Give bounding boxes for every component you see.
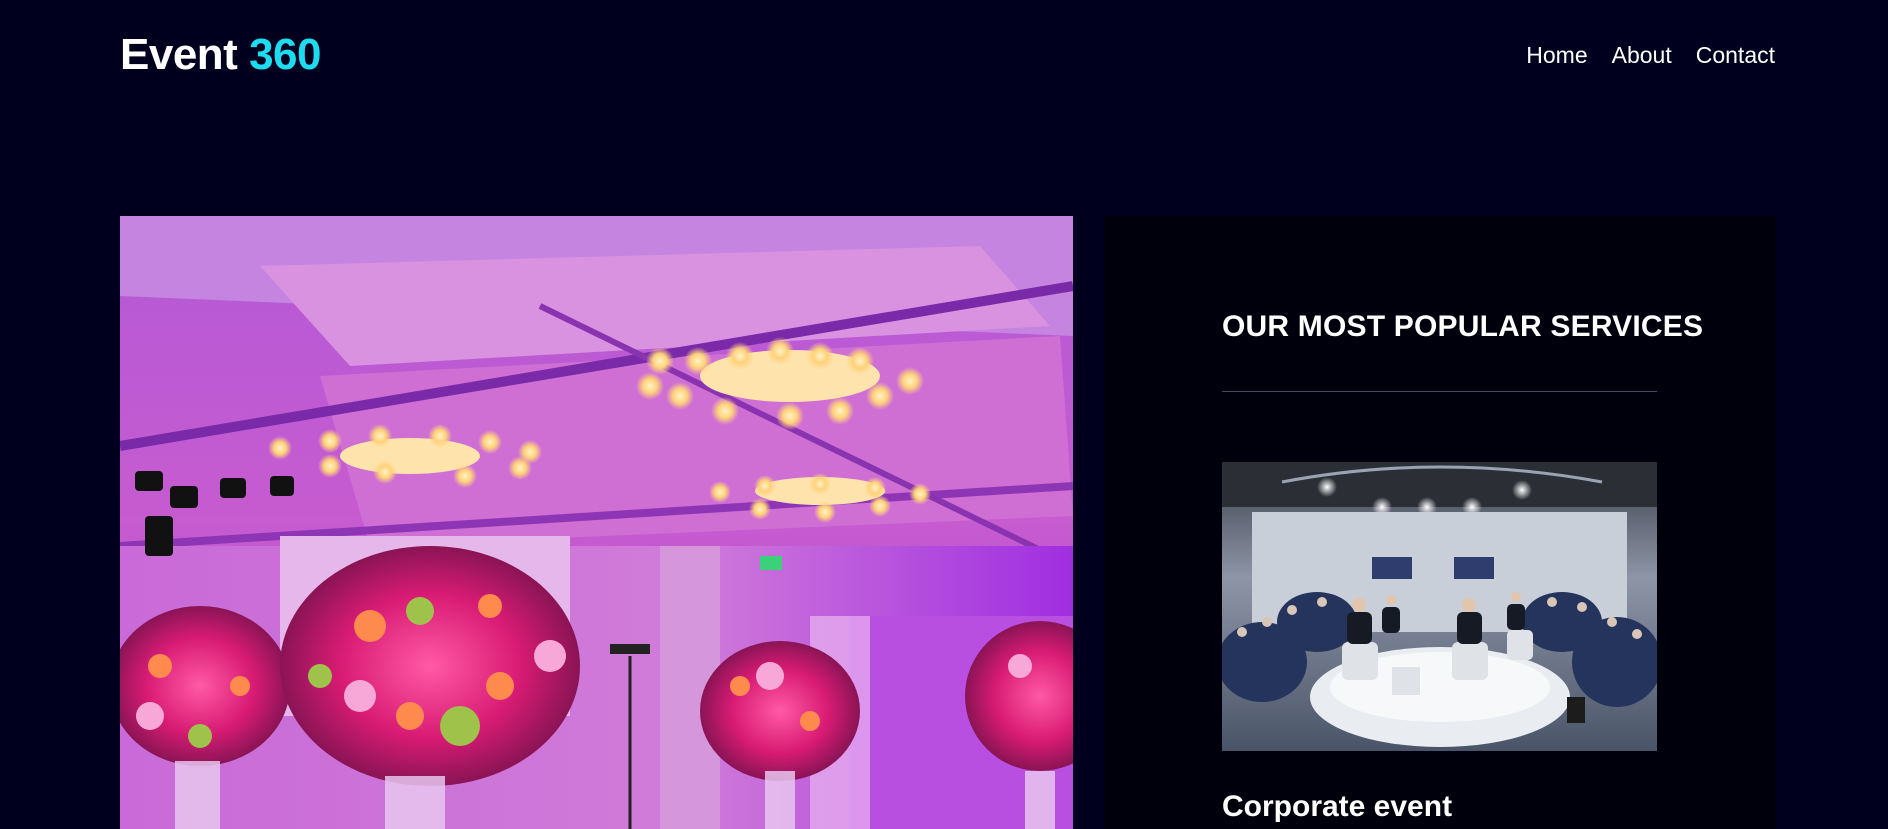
nav-contact-link[interactable]: Contact [1696,42,1775,69]
nav-home-link[interactable]: Home [1526,42,1587,69]
services-panel: OUR MOST POPULAR SERVICES Corporate even… [1104,216,1776,829]
hero-ballroom-image [120,216,1073,829]
service-title[interactable]: Corporate event [1222,790,1452,824]
logo-accent-text: 360 [249,30,321,79]
site-logo[interactable]: Event 360 [120,30,321,80]
main-nav: Home About Contact [1526,42,1775,69]
page: Event 360 Home About Contact OUR MOST PO… [0,0,1888,829]
divider [1222,391,1657,392]
services-heading: OUR MOST POPULAR SERVICES [1222,310,1704,343]
nav-about-link[interactable]: About [1612,42,1672,69]
site-header: Event 360 Home About Contact [120,24,1775,86]
logo-text: Event [120,30,238,79]
corporate-event-image[interactable] [1222,462,1657,751]
